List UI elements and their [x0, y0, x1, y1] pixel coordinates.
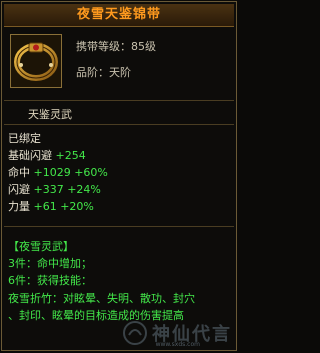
stat-value: +337: [33, 183, 64, 196]
stat-value: +254: [55, 149, 86, 162]
stat-label: 闪避: [8, 183, 30, 196]
stat-bonus: +20%: [60, 200, 94, 213]
divider: [4, 100, 234, 101]
stat-row: 闪避 +337 +24%: [8, 181, 101, 197]
watermark-logo-icon: [123, 321, 147, 345]
item-header: 携带等级：85级 品阶：天阶: [4, 28, 234, 98]
divider: [4, 226, 234, 227]
item-title: 夜雪天鉴锦带: [76, 7, 161, 22]
bind-status: 已绑定: [8, 132, 41, 145]
item-grade: 品阶：天阶: [76, 66, 131, 79]
stat-label: 基础闪避: [8, 149, 52, 162]
stat-value: +1029: [33, 166, 71, 179]
divider: [4, 124, 234, 125]
item-category: 天鉴灵武: [28, 108, 72, 121]
belt-icon: [10, 34, 62, 88]
stat-value: +61: [33, 200, 57, 213]
stat-row: 基础闪避 +254: [8, 147, 86, 163]
stat-label: 命中: [8, 166, 30, 179]
set-skill-line: 夜雪折竹：对眩晕、失明、散功、封穴: [8, 292, 195, 305]
watermark-url: www.sxds.com: [155, 341, 200, 348]
set-name: 【夜雪灵武】: [8, 240, 74, 253]
stat-row: 命中 +1029 +60%: [8, 164, 108, 180]
stat-bonus: +24%: [67, 183, 101, 196]
set-bonus-3: 3件：命中增加；: [8, 257, 92, 270]
carry-level: 携带等级：85级: [76, 40, 156, 53]
stat-row: 力量 +61 +20%: [8, 198, 94, 214]
stat-bonus: +60%: [74, 166, 108, 179]
tooltip-title-bar: 夜雪天鉴锦带: [4, 4, 234, 27]
item-tooltip: 夜雪天鉴锦带 携带等级：85级 品阶：天阶 天鉴灵武 已绑定 基础闪避 +254…: [1, 1, 237, 351]
stat-label: 力量: [8, 200, 30, 213]
set-bonus-6: 6件：获得技能：: [8, 274, 92, 287]
